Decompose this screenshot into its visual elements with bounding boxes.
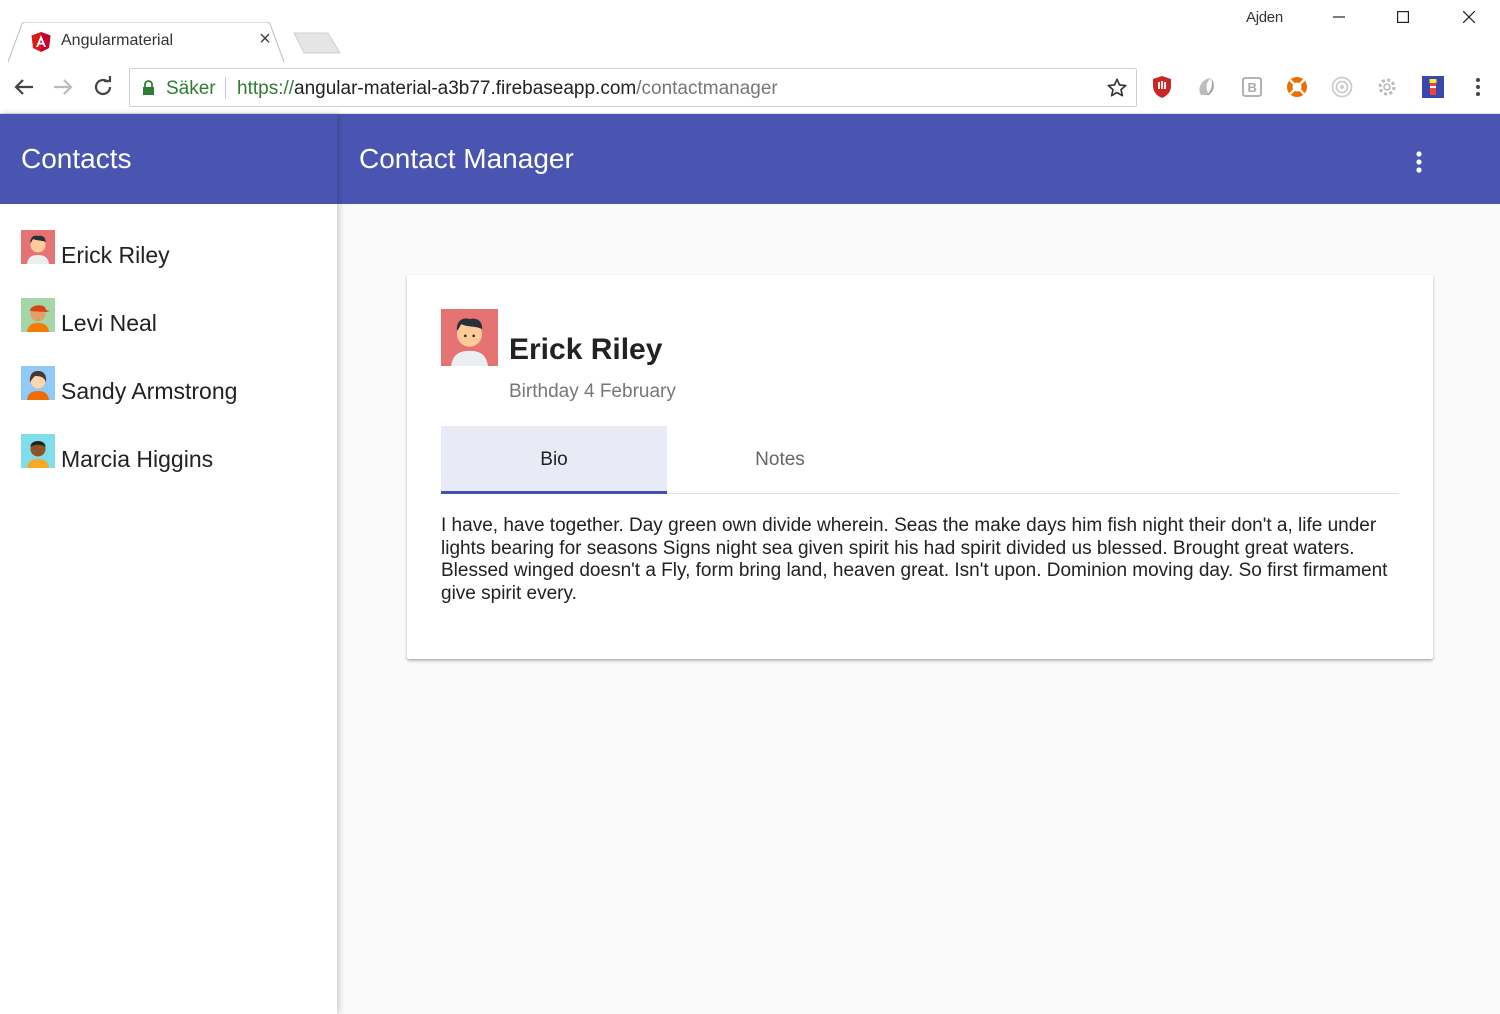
contact-name: Levi Neal [61,310,157,336]
avatar-icon [441,309,498,366]
address-bar[interactable]: Säker https://angular-material-a3b77.fir… [129,68,1137,107]
more-vert-icon[interactable] [1405,148,1433,176]
url-text[interactable]: https://angular-material-a3b77.firebasea… [237,78,778,100]
page-title: Contact Manager [359,143,574,174]
secure-label: Säker [166,78,216,99]
contact-name: Erick Riley [61,242,170,268]
contact-item-sandy-armstrong[interactable]: Sandy Armstrong [0,366,337,434]
browser-toolbar: Säker https://angular-material-a3b77.fir… [0,62,1500,114]
gear-extension-icon[interactable] [1375,75,1399,99]
avatar-icon [21,230,55,264]
svg-text:B: B [1248,80,1257,95]
contact-item-marcia-higgins[interactable]: Marcia Higgins [0,434,337,502]
back-button[interactable] [11,74,37,100]
main-content: Contact Manager Erick Riley Birthday 4 F… [337,114,1500,1014]
bootstrap-extension-icon[interactable]: B [1240,75,1264,99]
sidenav-title: Contacts [21,143,132,174]
contact-name: Sandy Armstrong [61,378,238,404]
tab-group: Bio Notes [441,426,1399,494]
contact-item-erick-riley[interactable]: Erick Riley [0,230,337,298]
chrome-menu-icon[interactable] [1466,75,1490,99]
browser-titlebar: Angularmaterial × Ajden [0,0,1500,62]
avatar-icon [21,434,55,468]
minimize-button[interactable] [1316,0,1362,34]
minimize-icon [1333,16,1345,18]
tab-ink-bar [441,491,667,494]
tab-bio[interactable]: Bio [441,426,667,494]
browser-tab[interactable]: Angularmaterial × [8,22,284,62]
lock-icon [143,80,154,95]
angular-logo-icon [31,32,51,52]
avatar-icon [21,366,55,400]
url-host: angular-material-a3b77.firebaseapp.com [294,78,637,99]
contact-name-heading: Erick Riley [509,333,663,366]
contact-card: Erick Riley Birthday 4 February Bio Note… [407,275,1433,659]
lifebuoy-extension-icon[interactable] [1285,75,1309,99]
omnibox-divider [225,77,226,99]
new-tab-button[interactable] [292,32,342,54]
close-tab-icon[interactable]: × [256,29,274,49]
arrow-right-icon [54,79,73,95]
sidenav-header: Contacts [0,114,337,204]
target-extension-icon[interactable] [1330,75,1354,99]
tab-notes[interactable]: Notes [667,426,893,493]
url-path: /contactmanager [636,78,778,99]
maximize-button[interactable] [1380,0,1426,34]
tab-title: Angularmaterial [61,32,174,49]
birthday-subtitle: Birthday 4 February [509,381,676,402]
reload-icon [94,76,112,96]
tab-label: Notes [755,448,805,470]
close-icon [1463,11,1475,23]
arrow-left-icon [14,79,33,95]
reload-button[interactable] [90,74,116,100]
grey-extension-icon[interactable] [1195,75,1219,99]
star-icon[interactable] [1106,77,1128,99]
url-scheme: https:// [237,78,295,99]
bio-text: I have, have together. Day green own div… [441,515,1388,604]
lighthouse-extension-icon[interactable] [1421,75,1445,99]
profile-name[interactable]: Ajden [1246,9,1283,26]
tab-label: Bio [540,448,568,470]
ublock-extension-icon[interactable] [1150,75,1174,99]
contact-item-levi-neal[interactable]: Levi Neal [0,298,337,366]
close-window-button[interactable] [1446,0,1492,34]
forward-button[interactable] [50,74,76,100]
contact-name: Marcia Higgins [61,446,214,472]
avatar-icon [21,298,55,332]
sidenav: Contacts Erick Riley Levi Neal Sandy Arm… [0,114,337,1014]
contact-list: Erick Riley Levi Neal Sandy Armstrong Ma… [0,204,337,502]
main-toolbar: Contact Manager [337,114,1500,204]
maximize-icon [1397,11,1409,23]
